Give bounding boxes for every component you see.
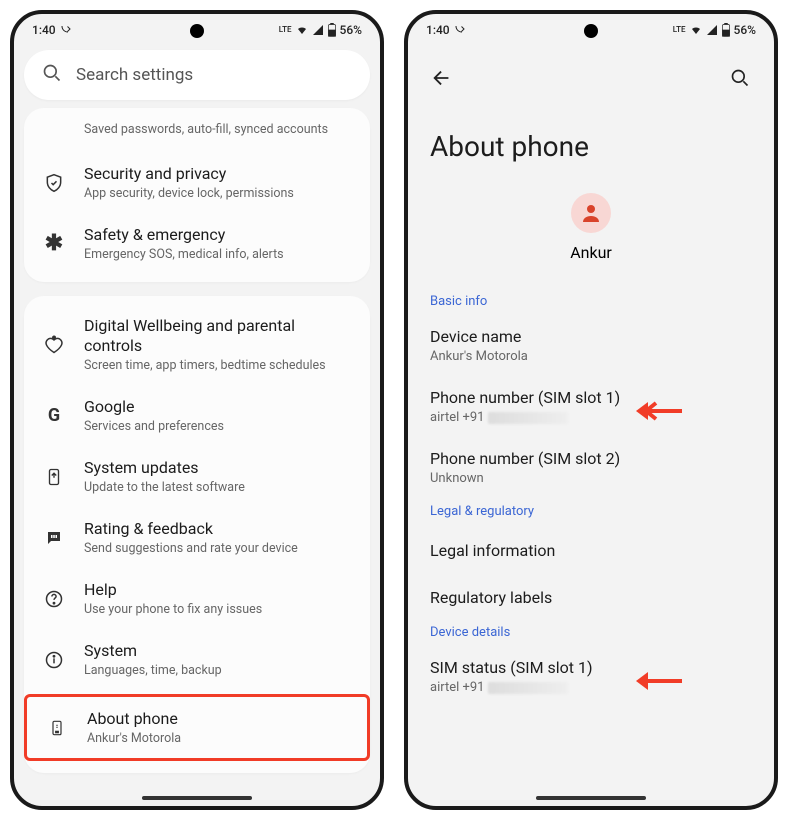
camera-notch	[190, 24, 204, 38]
call-forward-icon	[60, 24, 72, 36]
phone-number-sim2-row[interactable]: Phone number (SIM slot 2) Unknown	[414, 439, 768, 500]
legal-information-row[interactable]: Legal information	[414, 527, 768, 574]
phone-right: 1:40 LTE 56% About phone A	[404, 10, 778, 810]
page-title: About phone	[414, 104, 768, 193]
search-settings[interactable]: Search settings	[24, 50, 370, 100]
battery-icon	[327, 23, 337, 37]
safety-emergency-row[interactable]: ✱ Safety & emergency Emergency SOS, medi…	[24, 213, 370, 274]
profile-block[interactable]: Ankur	[414, 193, 768, 262]
system-updates-row[interactable]: System updates Update to the latest soft…	[24, 446, 370, 507]
device-name-row[interactable]: Device name Ankur's Motorola	[414, 317, 768, 378]
digital-wellbeing-row[interactable]: Digital Wellbeing and parental controls …	[24, 304, 370, 385]
section-basic-info: Basic info	[414, 290, 768, 317]
asterisk-icon: ✱	[42, 232, 66, 256]
status-time: 1:40	[426, 23, 450, 37]
battery-pct: 56%	[734, 23, 756, 37]
info-icon	[42, 648, 66, 672]
redacted-number	[488, 412, 568, 424]
google-row[interactable]: G Google Services and preferences	[24, 385, 370, 446]
help-row[interactable]: Help Use your phone to fix any issues	[24, 568, 370, 629]
profile-name: Ankur	[570, 243, 612, 262]
avatar-icon	[571, 193, 611, 233]
status-time: 1:40	[32, 23, 56, 37]
signal-icon	[706, 24, 718, 36]
section-legal: Legal & regulatory	[414, 500, 768, 527]
phone-left: 1:40 LTE 56% Search settings Saved passw…	[10, 10, 384, 810]
settings-card-1: Saved passwords, auto-fill, synced accou…	[24, 108, 370, 282]
annotation-arrow	[634, 399, 682, 423]
section-device-details: Device details	[414, 621, 768, 648]
signal-icon	[312, 24, 324, 36]
redacted-number	[488, 682, 568, 694]
heart-icon	[42, 333, 66, 357]
rating-feedback-row[interactable]: Rating & feedback Send suggestions and r…	[24, 507, 370, 568]
sim-status-row[interactable]: SIM status (SIM slot 1) airtel +91	[414, 648, 768, 709]
battery-pct: 56%	[340, 23, 362, 37]
search-icon	[42, 63, 62, 88]
call-forward-icon	[454, 24, 466, 36]
wifi-icon	[689, 24, 703, 36]
security-privacy-row[interactable]: Security and privacy App security, devic…	[24, 152, 370, 213]
camera-notch	[584, 24, 598, 38]
search-button[interactable]	[722, 60, 758, 96]
battery-icon	[721, 23, 731, 37]
truncated-row[interactable]: Saved passwords, auto-fill, synced accou…	[24, 116, 370, 152]
shield-icon	[42, 171, 66, 195]
annotation-arrow	[634, 669, 682, 693]
system-row[interactable]: System Languages, time, backup	[24, 629, 370, 690]
search-placeholder: Search settings	[76, 65, 193, 85]
volte-icon: LTE	[279, 26, 292, 34]
back-button[interactable]	[424, 60, 460, 96]
help-icon	[42, 587, 66, 611]
phone-number-sim1-row[interactable]: Phone number (SIM slot 1) airtel +91	[414, 378, 768, 439]
phone-icon	[45, 716, 69, 740]
feedback-icon	[42, 526, 66, 550]
update-icon	[42, 465, 66, 489]
google-icon: G	[42, 404, 66, 428]
nav-bar[interactable]	[142, 796, 252, 800]
about-phone-row[interactable]: About phone Ankur's Motorola	[24, 694, 370, 761]
nav-bar[interactable]	[536, 796, 646, 800]
volte-icon: LTE	[673, 26, 686, 34]
settings-card-2: Digital Wellbeing and parental controls …	[24, 296, 370, 773]
wifi-icon	[295, 24, 309, 36]
regulatory-labels-row[interactable]: Regulatory labels	[414, 574, 768, 621]
